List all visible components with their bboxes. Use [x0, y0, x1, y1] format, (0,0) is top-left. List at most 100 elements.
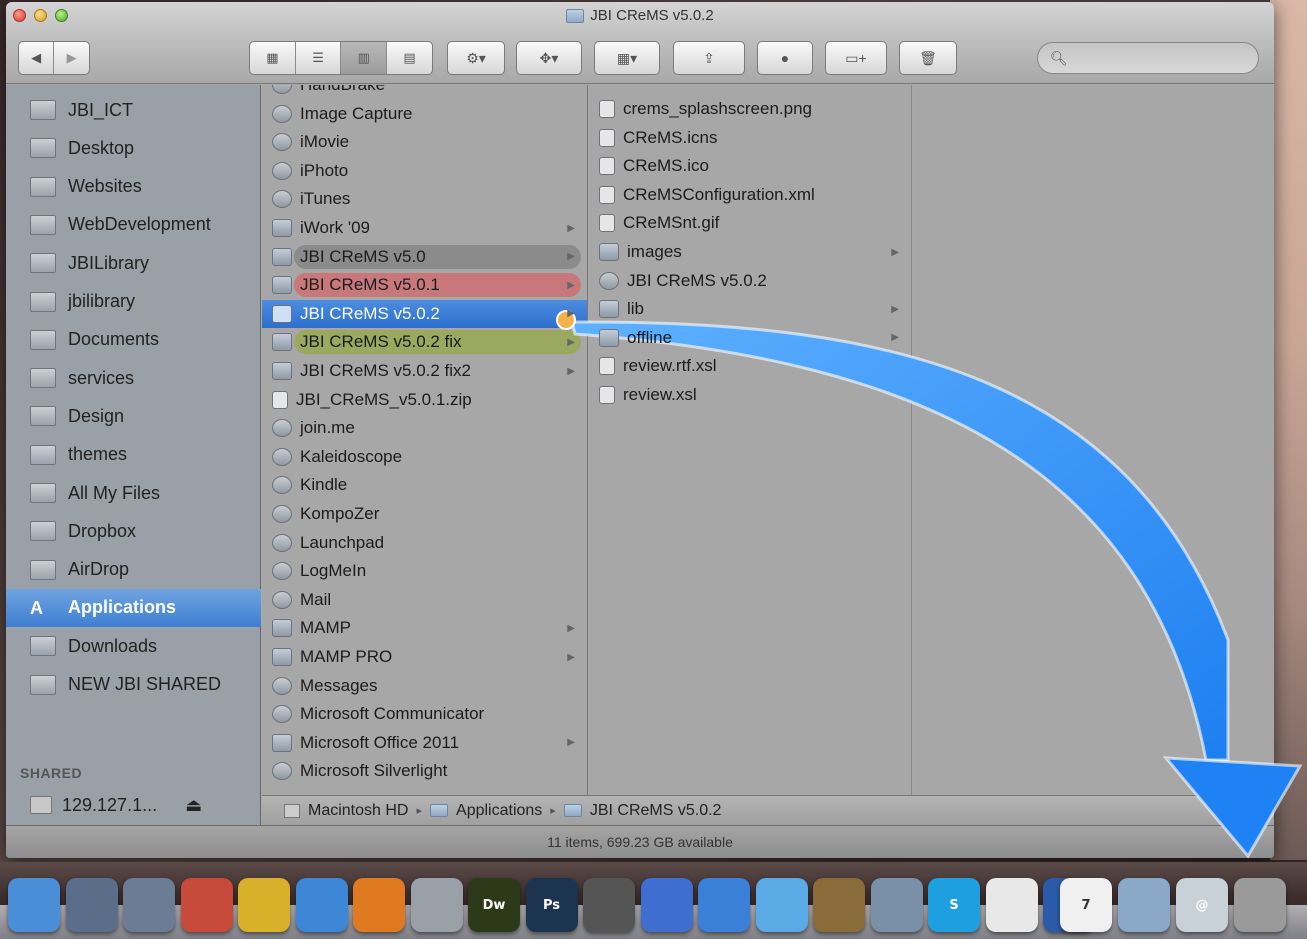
share-button[interactable]: ⇪: [673, 41, 745, 75]
eject-icon[interactable]: ⏏: [185, 795, 202, 816]
dock-calendar-icon[interactable]: 7: [1060, 878, 1112, 932]
sidebar-item[interactable]: WebDevelopment: [6, 206, 261, 244]
dock-app-store-icon[interactable]: [698, 878, 750, 932]
list-item[interactable]: crems_splashscreen.png: [589, 95, 911, 123]
list-item[interactable]: JBI CReMS v5.0.1 ▶: [262, 271, 587, 299]
list-item[interactable]: iWork '09 ▶: [262, 214, 587, 242]
sidebar-item[interactable]: themes: [6, 436, 261, 474]
list-item[interactable]: CReMS.ico: [589, 152, 911, 180]
list-item[interactable]: offline ▶: [589, 324, 911, 352]
sidebar-item[interactable]: Desktop: [6, 129, 261, 167]
sidebar-item[interactable]: jbilibrary: [6, 283, 261, 321]
dock-photoshop-icon[interactable]: Ps: [525, 878, 578, 932]
list-item[interactable]: Kaleidoscope: [262, 443, 587, 471]
list-item[interactable]: iTunes: [262, 185, 587, 213]
disclosure-arrow-icon: ▶: [567, 737, 575, 749]
list-item[interactable]: JBI CReMS v5.0.2 fix2 ▶: [262, 357, 587, 385]
list-item-label: Mail: [300, 589, 332, 609]
dock-chrome-icon[interactable]: [238, 878, 290, 932]
list-item[interactable]: images ▶: [589, 238, 911, 266]
sidebar-item[interactable]: JBI_ICT: [6, 91, 261, 129]
dock-acrobat-icon[interactable]: [985, 878, 1038, 932]
sidebar-item[interactable]: JBILibrary: [6, 244, 261, 282]
dock-facetime-icon[interactable]: [583, 878, 635, 932]
list-item[interactable]: JBI_CReMS_v5.0.1.zip: [262, 386, 587, 414]
dock-itunes-icon[interactable]: [640, 878, 693, 932]
list-item[interactable]: CReMS.icns: [589, 124, 911, 152]
path-segment-2[interactable]: JBI CReMS v5.0.2: [590, 802, 722, 820]
list-item-label: iWork '09: [300, 218, 371, 237]
sidebar-item[interactable]: All My Files: [6, 474, 261, 512]
dock-sequel-icon[interactable]: [410, 878, 463, 932]
dock-dreamweaver-icon[interactable]: Dw: [468, 878, 520, 932]
dock-finder-icon[interactable]: [8, 878, 60, 932]
path-segment-0[interactable]: Macintosh HD: [308, 802, 408, 820]
dock-safari-icon[interactable]: [295, 878, 348, 932]
list-item[interactable]: JBI CReMS v5.0 ▶: [262, 243, 587, 271]
list-view-button[interactable]: ☰: [296, 42, 342, 74]
dock-documents-stack-icon[interactable]: [1118, 878, 1170, 932]
list-item[interactable]: Microsoft Office 2011 ▶: [262, 729, 587, 757]
list-item[interactable]: Mail: [262, 586, 587, 614]
action-menu-button[interactable]: ⚙▾: [447, 41, 505, 75]
dock-parallels-icon[interactable]: [180, 878, 233, 932]
dock-mail-stack-icon[interactable]: @: [1176, 878, 1228, 932]
back-button[interactable]: ◀: [19, 42, 55, 74]
sidebar-item[interactable]: AirDrop: [6, 551, 261, 589]
arrange-menu-button[interactable]: ▦▾: [594, 41, 660, 75]
list-item[interactable]: iMovie: [262, 128, 587, 156]
dock-messages-icon[interactable]: [755, 878, 808, 932]
dock-firefox-icon[interactable]: [353, 878, 405, 932]
list-item[interactable]: MAMP PRO ▶: [262, 643, 587, 671]
list-item[interactable]: lib ▶: [589, 295, 911, 323]
dropbox-menu-button[interactable]: ✥▾: [516, 41, 582, 75]
dock-skype-icon[interactable]: S: [928, 878, 980, 932]
dock-launchpad-icon[interactable]: [65, 878, 118, 932]
sidebar-item[interactable]: Documents: [6, 321, 261, 359]
list-item[interactable]: review.rtf.xsl: [589, 352, 911, 380]
list-item[interactable]: Launchpad: [262, 529, 587, 557]
sidebar-item[interactable]: NEW JBI SHARED: [6, 666, 261, 704]
list-item[interactable]: Kindle: [262, 471, 587, 499]
sidebar-item[interactable]: Websites: [6, 168, 261, 206]
forward-button[interactable]: ▶: [54, 42, 89, 74]
list-item[interactable]: Messages: [262, 672, 587, 700]
list-item[interactable]: Microsoft Communicator: [262, 700, 587, 728]
list-item[interactable]: MAMP ▶: [262, 614, 587, 642]
app-icon: [272, 590, 292, 609]
get-info-button[interactable]: ●: [757, 41, 813, 75]
list-item[interactable]: CReMSConfiguration.xml: [589, 181, 911, 209]
list-item[interactable]: LogMeIn: [262, 557, 587, 585]
sidebar-item[interactable]: services: [6, 359, 261, 397]
path-segment-1[interactable]: Applications: [456, 802, 542, 820]
delete-button[interactable]: 🗑: [899, 41, 957, 75]
sidebar-item[interactable]: Downloads: [6, 627, 261, 665]
dock-trash-icon[interactable]: [1234, 878, 1286, 932]
list-item[interactable]: HandBrake: [262, 85, 587, 99]
sidebar-item[interactable]: A Applications: [6, 588, 261, 627]
list-item[interactable]: Microsoft Silverlight: [262, 757, 587, 785]
dock-preview-icon[interactable]: [870, 878, 923, 932]
folder-icon: [30, 406, 56, 427]
sidebar-item[interactable]: Dropbox: [6, 512, 261, 550]
list-item[interactable]: JBI CReMS v5.0.2: [589, 267, 911, 295]
list-item[interactable]: Image Capture: [262, 100, 587, 128]
list-item[interactable]: review.xsl: [589, 381, 911, 409]
dock-vmware-icon[interactable]: [123, 878, 175, 932]
column-view-button[interactable]: ▥: [341, 42, 388, 74]
list-item[interactable]: join.me: [262, 414, 587, 442]
list-item[interactable]: JBI CReMS v5.0.2 fix ▶: [262, 328, 587, 356]
list-item[interactable]: JBI CReMS v5.0.2 ▶: [262, 299, 587, 328]
search-field[interactable]: 🔍︎: [1037, 42, 1259, 74]
list-item[interactable]: iPhoto: [262, 157, 587, 185]
list-item[interactable]: CReMSnt.gif: [589, 209, 911, 237]
icon-view-button[interactable]: ▦: [250, 42, 296, 74]
app-icon: [272, 505, 292, 523]
list-item[interactable]: KompoZer: [262, 500, 587, 528]
shared-heading: SHARED: [20, 765, 83, 781]
dock-iphoto-icon[interactable]: [813, 878, 865, 932]
cover-flow-button[interactable]: ▤: [387, 42, 432, 74]
sidebar-item[interactable]: Design: [6, 397, 261, 435]
shared-server-item[interactable]: 129.127.1... ⏏: [6, 785, 261, 825]
new-folder-button[interactable]: ▭+: [825, 41, 887, 75]
